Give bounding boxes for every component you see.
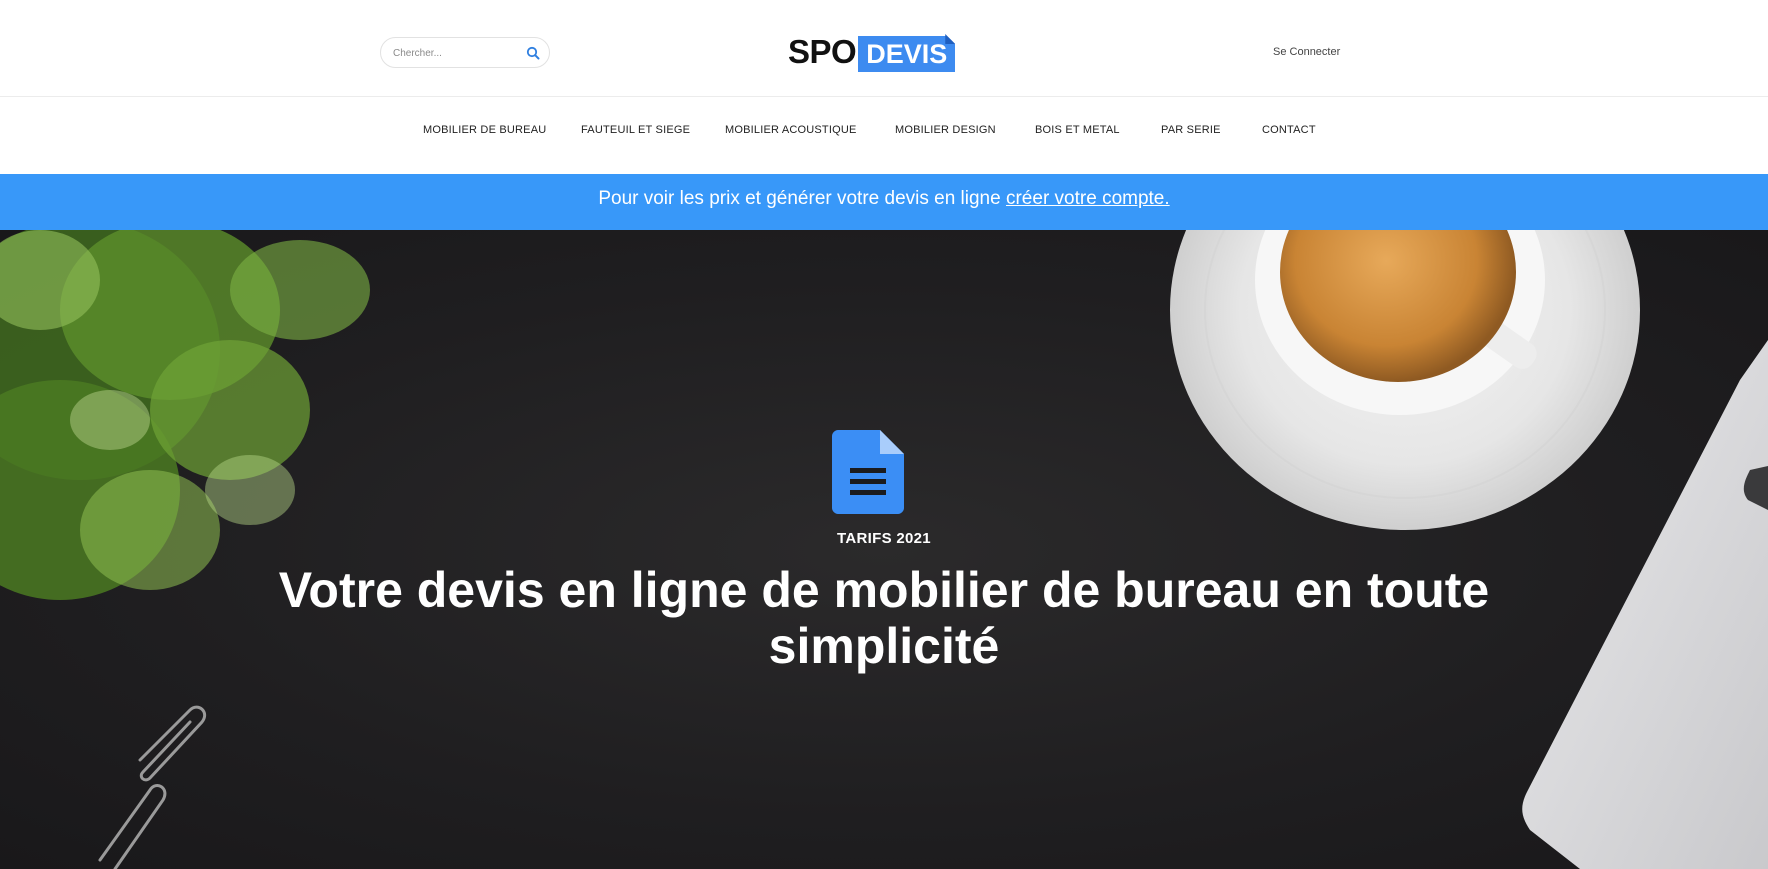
search-input[interactable] bbox=[393, 44, 518, 62]
nav-item-mobilier-acoustique[interactable]: MOBILIER ACOUSTIQUE bbox=[725, 124, 857, 136]
hero-title: Votre devis en ligne de mobilier de bure… bbox=[278, 562, 1490, 674]
banner-text: Pour voir les prix et générer votre devi… bbox=[598, 188, 1001, 209]
banner-message: Pour voir les prix et générer votre devi… bbox=[0, 188, 1768, 210]
create-account-link[interactable]: créer votre compte. bbox=[1006, 188, 1170, 209]
nav-item-mobilier-design[interactable]: MOBILIER DESIGN bbox=[895, 124, 996, 136]
logo-text-spo: SPO bbox=[788, 33, 857, 70]
account-banner: Pour voir les prix et générer votre devi… bbox=[0, 174, 1768, 230]
nav-item-contact[interactable]: CONTACT bbox=[1262, 124, 1316, 136]
nav-item-par-serie[interactable]: PAR SERIE bbox=[1161, 124, 1221, 136]
coffee-cup-decoration bbox=[1170, 230, 1640, 530]
login-link[interactable]: Se Connecter bbox=[1273, 46, 1340, 58]
search-box bbox=[380, 37, 550, 68]
site-logo[interactable]: SPO DEVIS bbox=[788, 33, 956, 72]
hero-kicker: TARIFS 2021 bbox=[837, 530, 931, 547]
site-header: SPO DEVIS Se Connecter bbox=[0, 0, 1768, 97]
logo-text-devis: DEVIS bbox=[858, 36, 956, 72]
nav-item-mobilier-de-bureau[interactable]: MOBILIER DE BUREAU bbox=[423, 124, 546, 136]
hero-background-image bbox=[0, 230, 1768, 869]
search-icon[interactable] bbox=[525, 45, 541, 61]
logo-devis-block: DEVIS bbox=[858, 34, 956, 72]
paperclip-decoration bbox=[98, 705, 207, 869]
document-icon bbox=[832, 430, 904, 514]
nav-item-fauteuil-et-siege[interactable]: FAUTEUIL ET SIEGE bbox=[581, 124, 690, 136]
hero-section: TARIFS 2021 Votre devis en ligne de mobi… bbox=[0, 230, 1768, 869]
nav-item-bois-et-metal[interactable]: BOIS ET METAL bbox=[1035, 124, 1120, 136]
main-nav: MOBILIER DE BUREAU FAUTEUIL ET SIEGE MOB… bbox=[0, 98, 1768, 174]
